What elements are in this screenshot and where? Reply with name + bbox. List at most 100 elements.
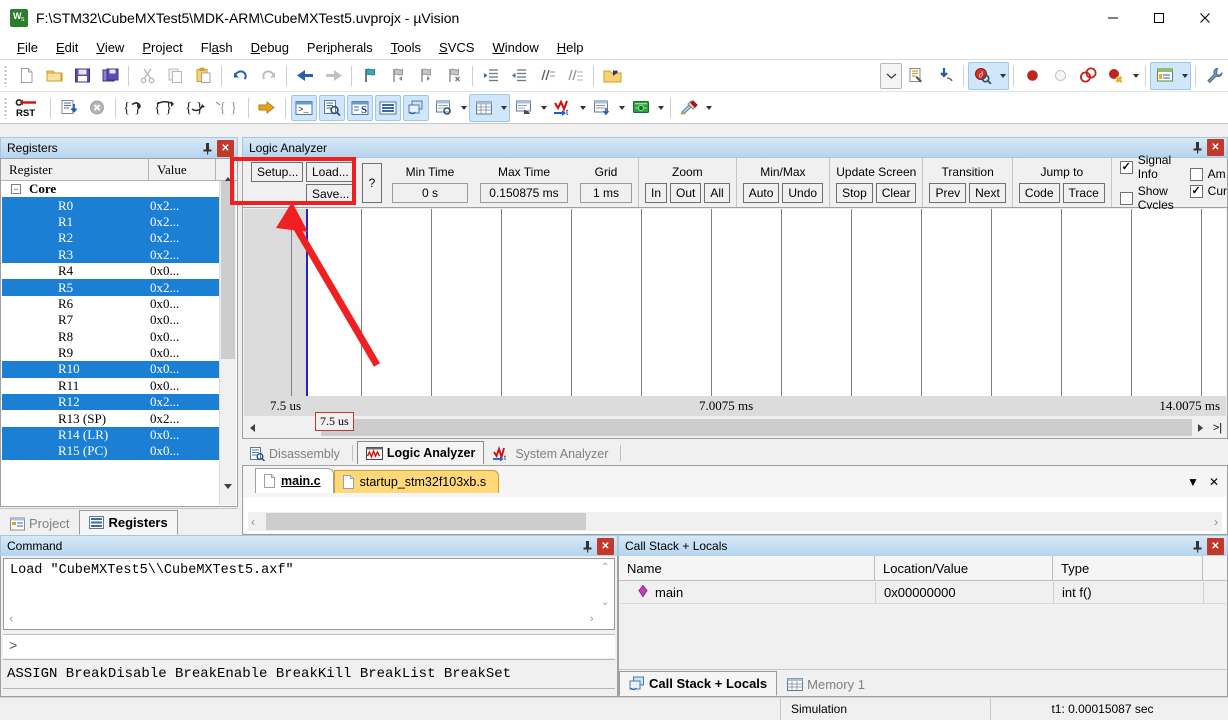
signal-info-checkbox-row[interactable]: Signal Info (1119, 153, 1176, 181)
serial-window-group[interactable] (510, 95, 549, 121)
insert-breakpoint-icon[interactable] (1019, 63, 1045, 89)
watch-window-icon[interactable] (431, 95, 457, 121)
save-all-icon[interactable] (97, 63, 123, 89)
wrench-icon[interactable] (1201, 63, 1227, 89)
close-icon[interactable]: ✕ (1207, 139, 1224, 156)
registers-window-icon[interactable] (375, 94, 401, 121)
run-icon[interactable] (56, 95, 82, 121)
new-file-icon[interactable] (13, 63, 39, 89)
command-input[interactable]: > (3, 634, 615, 658)
signal-info-checkbox[interactable] (1119, 160, 1133, 174)
transition-prev-button[interactable]: Prev (929, 183, 967, 203)
file-tab-startup-s[interactable]: startup_stm32f103xb.s (333, 470, 500, 493)
menu-file[interactable]: File (8, 37, 47, 58)
tab-call-stack-locals[interactable]: Call Stack + Locals (619, 671, 778, 696)
show-next-statement-icon[interactable] (254, 95, 280, 121)
grid-value[interactable]: 1 ms (580, 183, 632, 203)
watch-window-group[interactable] (430, 95, 469, 121)
tab-system-analyzer[interactable]: t System Analyzer (484, 443, 616, 464)
memory-window-group[interactable] (469, 93, 510, 122)
command-output-scrollbar[interactable]: ⌃ ⌄ (598, 560, 613, 611)
configure-dropdown-icon[interactable] (880, 62, 902, 89)
command-window-icon[interactable]: >_ (291, 94, 317, 121)
register-row[interactable]: R15 (PC) 0x0... (2, 443, 219, 460)
register-row[interactable]: R6 0x0... (2, 296, 219, 312)
bookmark-prev-icon[interactable] (385, 63, 411, 89)
jump-code-button[interactable]: Code (1018, 183, 1060, 203)
toolbox-icon[interactable] (676, 95, 702, 121)
uncomment-icon[interactable] (562, 63, 588, 89)
register-row[interactable]: R10 0x0... (2, 361, 219, 378)
close-button[interactable] (1182, 0, 1228, 36)
trace-window-icon[interactable] (589, 95, 615, 121)
scroll-up-button[interactable] (216, 159, 233, 180)
toolbox-dropdown-arrow[interactable] (703, 95, 714, 121)
registers-scrollbar[interactable] (219, 181, 236, 505)
close-icon[interactable]: ✕ (597, 537, 614, 555)
symbols-window-icon[interactable]: S (347, 94, 373, 121)
column-header-value[interactable]: Value (149, 159, 216, 180)
zoom-in-button[interactable]: In (645, 183, 668, 203)
scrollbar-thumb[interactable] (321, 419, 1192, 436)
zoom-out-button[interactable]: Out (670, 183, 702, 203)
memory-dropdown-arrow[interactable] (498, 95, 509, 121)
stop-icon[interactable] (84, 95, 110, 121)
cursor-checkbox-row[interactable]: Cur (1189, 184, 1227, 198)
kill-breakpoints-dropdown-arrow[interactable] (1130, 63, 1141, 89)
register-row[interactable]: R13 (SP) 0x2... (2, 410, 219, 426)
toolbar-grip[interactable] (4, 64, 10, 87)
save-button[interactable]: Save... (306, 183, 354, 204)
sidebar-tab-registers[interactable]: Registers (79, 510, 178, 535)
tab-logic-analyzer[interactable]: Logic Analyzer (356, 441, 485, 464)
menu-tools[interactable]: Tools (382, 37, 430, 58)
register-row[interactable]: R7 0x0... (2, 312, 219, 328)
bookmark-clear-icon[interactable] (441, 63, 467, 89)
redo-icon[interactable] (255, 63, 281, 89)
register-row[interactable]: R14 (LR) 0x0... (2, 426, 219, 444)
show-cycles-checkbox-row[interactable]: Show Cycles (1119, 184, 1176, 212)
register-row[interactable]: R3 0x2... (2, 246, 219, 263)
show-cycles-checkbox[interactable] (1119, 191, 1133, 205)
tab-disassembly[interactable]: Disassembly (242, 443, 348, 464)
zoom-all-button[interactable]: All (704, 183, 730, 203)
menu-help[interactable]: Help (548, 37, 593, 58)
register-row[interactable]: R8 0x0... (2, 329, 219, 345)
register-row[interactable]: R9 0x0... (2, 345, 219, 361)
cursor-line[interactable] (306, 209, 308, 396)
jump-trace-button[interactable]: Trace (1062, 183, 1105, 203)
call-stack-window-icon[interactable] (403, 94, 429, 121)
analysis-window-icon[interactable]: t (550, 95, 576, 121)
register-row[interactable]: R12 0x2... (2, 394, 219, 411)
editor-scroll-left-button[interactable]: ‹ (248, 515, 255, 529)
menu-edit[interactable]: Edit (47, 37, 87, 58)
cursor-checkbox[interactable] (1189, 184, 1203, 198)
pin-icon[interactable] (199, 140, 215, 157)
amplitude-checkbox-row[interactable]: Am (1189, 167, 1227, 181)
scroll-right-button[interactable]: › (588, 614, 595, 626)
kill-all-breakpoints-icon[interactable] (1103, 63, 1129, 89)
close-icon[interactable]: ✕ (1209, 475, 1219, 489)
pin-icon[interactable] (1189, 538, 1205, 555)
save-icon[interactable] (69, 63, 95, 89)
analysis-dropdown-arrow[interactable] (577, 95, 588, 121)
trace-dropdown-arrow[interactable] (616, 95, 627, 121)
cut-icon[interactable] (134, 63, 160, 89)
serial-dropdown-arrow[interactable] (538, 95, 549, 121)
reset-cpu-icon[interactable]: RST (13, 95, 45, 121)
minmax-undo-button[interactable]: Undo (782, 183, 824, 203)
open-file-icon[interactable] (599, 63, 625, 89)
system-viewer-dropdown-arrow[interactable] (655, 95, 666, 121)
pin-icon[interactable] (1189, 139, 1205, 156)
editor-horizontal-scrollbar[interactable]: ‹ › (248, 512, 1222, 531)
serial-window-icon[interactable] (511, 95, 537, 121)
column-header-name[interactable]: Name (619, 556, 875, 580)
register-group-row[interactable]: − Core (2, 181, 219, 197)
debug-session-group[interactable]: d (968, 61, 1009, 90)
open-folder-icon[interactable] (41, 63, 67, 89)
transition-next-button[interactable]: Next (969, 183, 1006, 203)
editor-scroll-right-button[interactable]: › (1214, 515, 1222, 529)
help-button[interactable]: ? (362, 162, 382, 203)
undo-icon[interactable] (227, 63, 253, 89)
file-tab-main-c[interactable]: main.c (255, 468, 334, 493)
comment-icon[interactable] (534, 63, 560, 89)
